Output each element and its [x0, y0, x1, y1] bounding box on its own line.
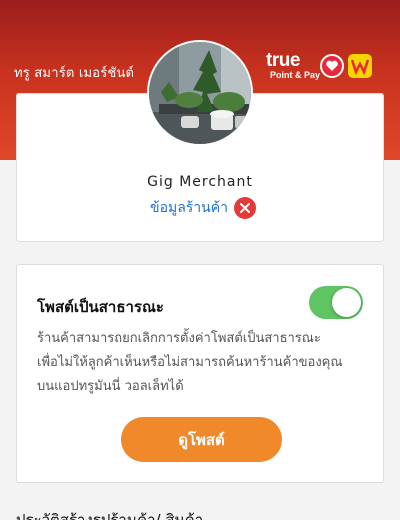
- toggle-knob: [332, 288, 361, 317]
- description-line: เพื่อไม่ให้ลูกค้าเห็นหรือไม่สามารถค้นหาร…: [37, 355, 343, 370]
- shop-info-label[interactable]: ข้อมูลร้านค้า: [150, 197, 228, 219]
- merchant-name: Gig Merchant: [147, 174, 253, 190]
- wallet-logo-icon: [348, 54, 372, 78]
- true-point-pay-logo: true Point & Pay: [266, 50, 376, 84]
- error-x-icon: [233, 197, 256, 219]
- description-line: ร้านค้าสามารถยกเลิกการตั้งค่าโพสต์เป็นสา…: [37, 331, 321, 346]
- shop-info-link[interactable]: ข้อมูลร้านค้า: [150, 197, 256, 219]
- heart-icon: [320, 54, 344, 78]
- brand-subtitle: Point & Pay: [270, 70, 321, 80]
- public-post-toggle[interactable]: [309, 286, 363, 319]
- app-title: ทรู สมาร์ต เมอร์ชันต์: [14, 66, 135, 81]
- public-post-description: ร้านค้าสามารถยกเลิกการตั้งค่าโพสต์เป็นสา…: [37, 327, 367, 399]
- description-line: บนแอปทรูมันนี่ วอลเล็ทได้: [37, 379, 184, 394]
- brand-name: true: [266, 50, 300, 71]
- history-section-title: ประวัติสร้างรูปร้านค้า/ สินค้า: [16, 511, 204, 520]
- avatar[interactable]: [147, 40, 253, 146]
- public-post-card: โพสต์เป็นสาธารณะ ร้านค้าสามารถยกเลิกการต…: [16, 264, 384, 483]
- public-post-title: โพสต์เป็นสาธารณะ: [37, 298, 164, 316]
- view-post-button[interactable]: ดูโพสต์: [121, 417, 282, 462]
